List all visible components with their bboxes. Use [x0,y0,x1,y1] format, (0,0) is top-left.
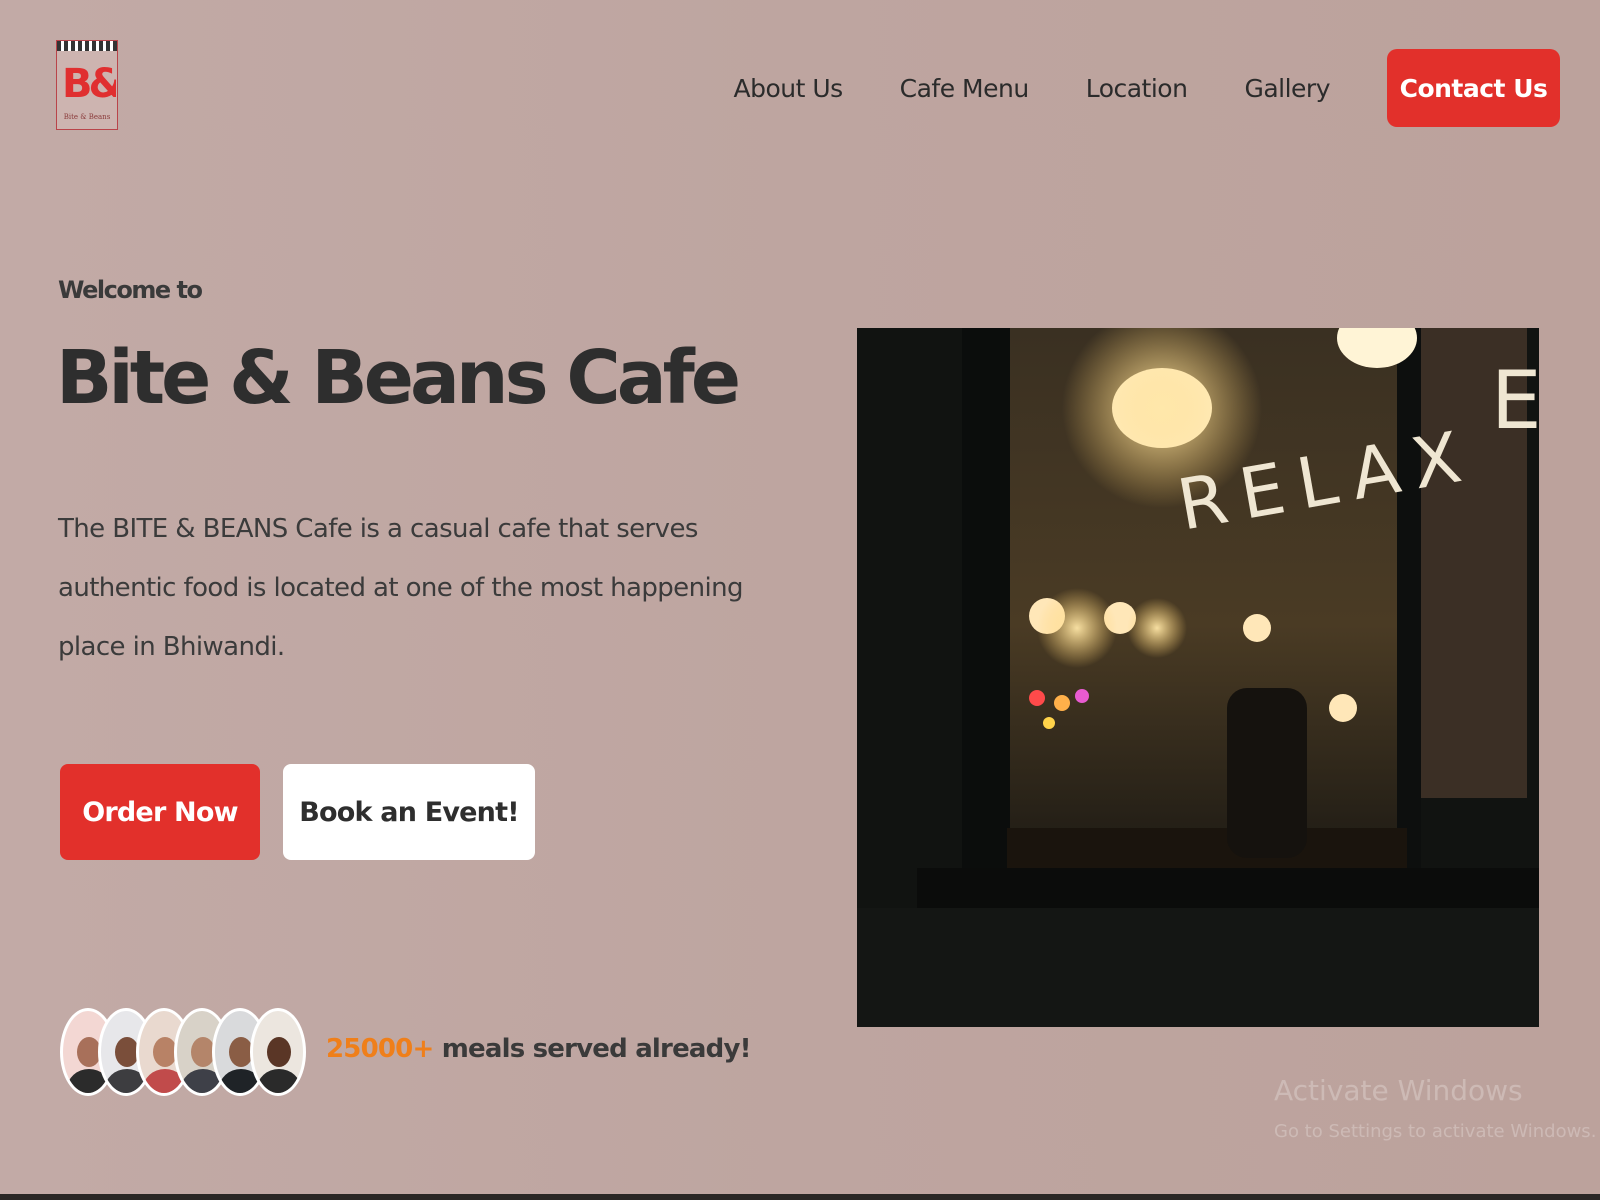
nav-gallery[interactable]: Gallery [1244,74,1330,103]
book-event-button[interactable]: Book an Event! [283,764,535,860]
nav-location[interactable]: Location [1086,74,1188,103]
order-now-button[interactable]: Order Now [60,764,260,860]
avatar [250,1008,306,1096]
window-edge-letter: E [1491,354,1539,447]
os-activation-watermark: Activate Windows Go to Settings to activ… [1274,1074,1596,1142]
awning-icon [57,41,117,51]
welcome-text: Welcome to [58,276,203,304]
contact-us-button[interactable]: Contact Us [1387,49,1560,127]
cafe-window-photo: RELAX E [857,328,1539,1027]
logo-letters: B&B [62,61,116,107]
cafe-photo-illustration: RELAX E [857,328,1539,1027]
customer-avatars [60,1008,306,1096]
meals-count: 25000+ [326,1034,434,1064]
logo-mark: B&B [62,61,116,107]
hero-description: The BITE & BEANS Cafe is a casual cafe t… [58,514,743,662]
brand-logo[interactable]: B&B Bite & Beans [56,40,118,130]
nav-cafe-menu[interactable]: Cafe Menu [900,74,1030,103]
watermark-title: Activate Windows [1274,1074,1523,1107]
watermark-subtitle: Go to Settings to activate Windows. [1274,1121,1597,1142]
meals-label: meals served already! [433,1034,752,1064]
main-nav: About Us Cafe Menu Location Gallery Cont… [733,49,1560,127]
page-title: Bite & Beans Cafe [56,335,741,421]
logo-tagline: Bite & Beans [63,113,111,121]
nav-about-us[interactable]: About Us [733,74,843,103]
meals-served-stat: 25000+ meals served already! [326,1034,751,1064]
bottom-edge-bar [0,1194,1600,1200]
